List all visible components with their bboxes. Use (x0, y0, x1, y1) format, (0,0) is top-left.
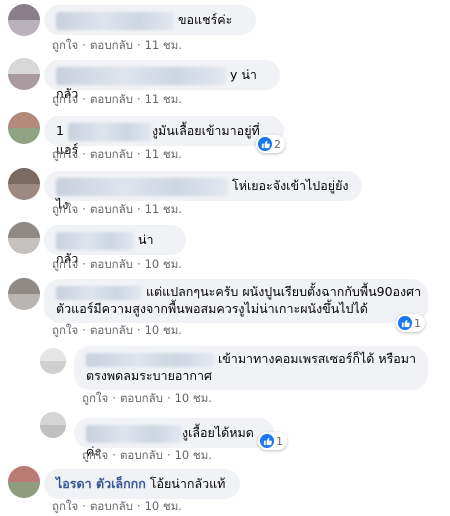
blurred-author-name (56, 11, 174, 30)
separator: · (166, 391, 171, 405)
like-link[interactable]: ถูกใจ (52, 91, 78, 109)
comment-text-line1: เข้ามาทางคอมเพรสเซอร์ก็ได้ หรือมา (217, 351, 417, 366)
reply-link[interactable]: ตอบกลับ (90, 91, 133, 109)
comment-actions: ถูกใจ · ตอบกลับ · 10 ชม. (82, 390, 212, 408)
blurred-author-name (67, 122, 152, 141)
separator: · (112, 391, 116, 405)
comment-bubble: โห่เยอะจังเข้าไปอยู่ยังไง (44, 171, 362, 212)
thumbs-up-icon (258, 137, 272, 151)
comment-actions: ถูกใจ · ตอบกลับ · 11 ชม. (52, 91, 182, 109)
like-link[interactable]: ถูกใจ (52, 146, 78, 164)
comment-bubble: y น่ากลัว (44, 60, 280, 101)
comment-actions: ถูกใจ · ตอบกลับ · 11 ชม. (52, 37, 182, 55)
avatar[interactable] (8, 4, 40, 36)
like-link[interactable]: ถูกใจ (52, 37, 78, 55)
author-name[interactable]: ไอรดา ตัวเล็กกก (56, 476, 146, 491)
like-link[interactable]: ถูกใจ (82, 390, 108, 408)
blurred-author-name (56, 66, 226, 85)
comment-bubble: เข้ามาทางคอมเพรสเซอร์ก็ได้ หรือมา ตรงพดล… (74, 346, 428, 390)
blurred-author-name (86, 424, 182, 443)
reply-link[interactable]: ตอบกลับ (90, 146, 133, 164)
separator: · (136, 38, 141, 52)
comment-bubble: แต่แปลกๆนะครับ ผนังปูนเรียบตั้งฉากกับพื้… (44, 279, 428, 323)
thumbs-up-icon (260, 434, 274, 448)
separator: · (136, 92, 141, 106)
reply-link[interactable]: ตอบกลับ (90, 37, 133, 55)
like-link[interactable]: ถูกใจ (52, 201, 78, 219)
avatar[interactable] (8, 168, 40, 200)
blurred-author-name (56, 285, 142, 300)
comment-actions: ถูกใจ · ตอบกลับ · 10 ชม. (52, 498, 182, 516)
timestamp[interactable]: 11 ชม. (145, 37, 182, 55)
avatar[interactable] (8, 58, 40, 90)
comment-actions: ถูกใจ · ตอบกลับ · 10 ชม. (52, 322, 182, 340)
comment-bubble: งูเลื้อยได้หมดค่ะ (74, 418, 274, 459)
thumbs-up-icon (398, 316, 412, 330)
reply-link[interactable]: ตอบกลับ (120, 447, 163, 465)
avatar[interactable] (8, 222, 40, 254)
comment-text: โอ้ยน่ากลัวแท้ (149, 476, 226, 491)
avatar[interactable] (8, 112, 40, 144)
timestamp[interactable]: 11 ชม. (145, 91, 182, 109)
reaction-badge[interactable]: 1 (258, 432, 287, 450)
timestamp[interactable]: 10 ชม. (175, 390, 212, 408)
like-link[interactable]: ถูกใจ (52, 322, 78, 340)
timestamp[interactable]: 10 ชม. (145, 256, 182, 274)
separator: · (136, 202, 141, 216)
separator: · (82, 257, 86, 271)
comment-actions: ถูกใจ · ตอบกลับ · 11 ชม. (52, 201, 182, 219)
separator: · (136, 147, 141, 161)
blurred-author-name (56, 231, 134, 250)
comment-bubble: 1 งูมันเลื้อยเข้ามาอยู่ที่แอร์ (44, 116, 284, 157)
comment-text: ขอแชร์ค่ะ (177, 12, 233, 27)
comment-text-line1: แต่แปลกๆนะครับ ผนังปูนเรียบตั้งฉากกับพื้… (145, 284, 422, 299)
separator: · (82, 202, 86, 216)
reply-link[interactable]: ตอบกลับ (90, 498, 133, 516)
comment-actions: ถูกใจ · ตอบกลับ · 10 ชม. (82, 447, 212, 465)
avatar[interactable] (8, 466, 40, 498)
reaction-badge[interactable]: 1 (396, 314, 425, 332)
like-link[interactable]: ถูกใจ (82, 447, 108, 465)
timestamp[interactable]: 11 ชม. (145, 201, 182, 219)
reply-link[interactable]: ตอบกลับ (90, 256, 133, 274)
comment-bubble: ไอรดา ตัวเล็กกก โอ้ยน่ากลัวแท้ (44, 469, 240, 499)
separator: · (136, 257, 141, 271)
reply-link[interactable]: ตอบกลับ (120, 390, 163, 408)
comment-text-lead: 1 (56, 123, 64, 138)
timestamp[interactable]: 10 ชม. (175, 447, 212, 465)
reply-link[interactable]: ตอบกลับ (90, 201, 133, 219)
timestamp[interactable]: 10 ชม. (145, 498, 182, 516)
comment-text-line2: ตรงพดลมระบายอากาศ (86, 368, 212, 383)
separator: · (82, 38, 86, 52)
reply-link[interactable]: ตอบกลับ (90, 322, 133, 340)
comment-bubble: น่ากลัว (44, 225, 186, 266)
separator: · (82, 323, 86, 337)
avatar[interactable] (40, 348, 66, 374)
separator: · (136, 323, 141, 337)
like-link[interactable]: ถูกใจ (52, 498, 78, 516)
separator: · (136, 499, 141, 513)
reaction-badge[interactable]: 2 (256, 135, 285, 153)
reaction-count: 2 (274, 137, 281, 151)
separator: · (82, 499, 86, 513)
blurred-author-name (56, 177, 228, 196)
like-link[interactable]: ถูกใจ (52, 256, 78, 274)
reaction-count: 1 (414, 316, 421, 330)
separator: · (82, 92, 86, 106)
separator: · (166, 448, 171, 462)
separator: · (112, 448, 116, 462)
comment-actions: ถูกใจ · ตอบกลับ · 10 ชม. (52, 256, 182, 274)
reaction-count: 1 (276, 434, 283, 448)
timestamp[interactable]: 10 ชม. (145, 322, 182, 340)
timestamp[interactable]: 11 ชม. (145, 146, 182, 164)
separator: · (82, 147, 86, 161)
comment-text-line2: ตัวแอร์มีความสูงจากพื้นพอสมควรงูไม่น่าเก… (56, 301, 368, 316)
comment-actions: ถูกใจ · ตอบกลับ · 11 ชม. (52, 146, 182, 164)
avatar[interactable] (8, 278, 40, 310)
avatar[interactable] (40, 412, 66, 438)
blurred-author-name (86, 352, 214, 367)
comment-bubble: ขอแชร์ค่ะ (44, 5, 256, 35)
